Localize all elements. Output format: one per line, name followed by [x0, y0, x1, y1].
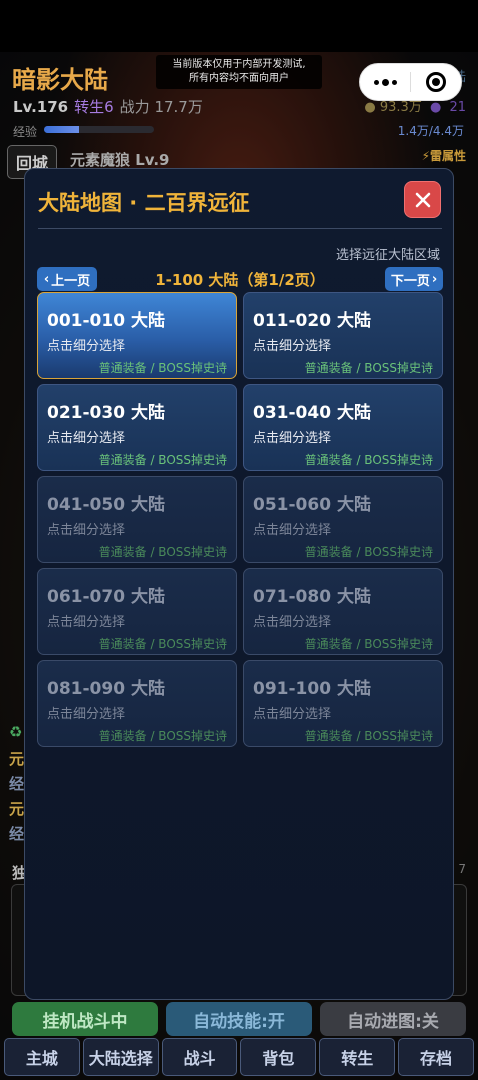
close-miniprogram-button[interactable] [411, 64, 461, 100]
card-title: 071-080 大陆 [253, 587, 371, 607]
card-subtitle: 点击细分选择 [253, 615, 332, 630]
card-subtitle: 点击细分选择 [253, 431, 332, 446]
nav-main-city[interactable]: 主城 [4, 1038, 80, 1076]
card-title: 051-060 大陆 [253, 495, 371, 515]
card-drop-note: 普通装备 / BOSS掉史诗 [304, 453, 433, 467]
exp-value: 1.4万/4.4万 [397, 124, 464, 138]
continent-card[interactable]: 031-040 大陆 点击细分选择 普通装备 / BOSS掉史诗 [243, 384, 443, 471]
card-drop-note: 普通装备 / BOSS掉史诗 [304, 729, 433, 743]
bg-stat-2: 经 [9, 775, 25, 793]
battle-log-count: 7 [458, 862, 466, 876]
recycle-icon: ♻ [9, 723, 23, 741]
nav-backpack[interactable]: 背包 [240, 1038, 317, 1076]
card-subtitle: 点击细分选择 [47, 431, 126, 446]
gem-icon: ● [429, 100, 442, 115]
card-subtitle: 点击细分选择 [253, 339, 332, 354]
gold-icon: ● [364, 100, 376, 115]
modal-subtitle: 选择远征大陆区域 [335, 248, 440, 263]
card-title: 001-010 大陆 [47, 311, 165, 331]
mini-program-capsule [359, 63, 462, 101]
exp-progress-bar [44, 126, 154, 133]
combat-power: 战力 17.7万 [119, 98, 203, 116]
card-drop-note: 普通装备 / BOSS掉史诗 [98, 545, 227, 559]
player-level: Lv.176 [13, 98, 69, 116]
card-subtitle: 点击细分选择 [47, 615, 126, 630]
card-title: 041-050 大陆 [47, 495, 165, 515]
card-title: 021-030 大陆 [47, 403, 165, 423]
idle-battle-button[interactable]: 挂机战斗中 [12, 1002, 158, 1036]
card-drop-note: 普通装备 / BOSS掉史诗 [304, 361, 433, 375]
chevron-right-icon: › [431, 271, 438, 287]
next-page-label: 下一页 [390, 273, 430, 289]
card-title: 091-100 大陆 [253, 679, 371, 699]
close-modal-button[interactable] [404, 181, 441, 218]
bottom-nav: 主城 大陆选择 战斗 背包 转生 存档 [0, 1036, 478, 1080]
rebirth-count: 转生6 [74, 98, 114, 116]
close-icon [415, 192, 430, 207]
action-row: 挂机战斗中 自动技能:开 自动进图:关 [12, 1002, 466, 1036]
continent-card[interactable]: 051-060 大陆 点击细分选择 普通装备 / BOSS掉史诗 [243, 476, 443, 563]
modal-title: 大陆地图 · 二百界远征 [38, 191, 250, 215]
nav-save[interactable]: 存档 [398, 1038, 474, 1076]
card-drop-note: 普通装备 / BOSS掉史诗 [98, 729, 227, 743]
target-icon [426, 72, 446, 92]
dev-notice-line1: 当前版本仅用于内部开发测试, [172, 59, 306, 70]
nav-battle[interactable]: 战斗 [161, 1038, 238, 1076]
page-indicator: 1-100 大陆（第1/2页） [155, 271, 325, 289]
continent-card[interactable]: 071-080 大陆 点击细分选择 普通装备 / BOSS掉史诗 [243, 568, 443, 655]
gold-amount: 93.3万 [379, 100, 422, 115]
next-page-button[interactable]: 下一页 › [385, 267, 443, 291]
card-subtitle: 点击细分选择 [47, 707, 126, 722]
app-title: 暗影大陆 [12, 66, 108, 94]
pager: ‹ 上一页 1-100 大陆（第1/2页） 下一页 › [37, 267, 443, 291]
status-bar [0, 0, 478, 52]
bg-stat-4: 经 [9, 825, 25, 843]
more-menu-button[interactable] [360, 64, 410, 100]
card-drop-note: 普通装备 / BOSS掉史诗 [98, 453, 227, 467]
continent-card[interactable]: 041-050 大陆 点击细分选择 普通装备 / BOSS掉史诗 [37, 476, 237, 563]
continent-card[interactable]: 011-020 大陆 点击细分选择 普通装备 / BOSS掉史诗 [243, 292, 443, 379]
continent-card[interactable]: 061-070 大陆 点击细分选择 普通装备 / BOSS掉史诗 [37, 568, 237, 655]
level-line: Lv.176 转生6 战力 17.7万 [13, 96, 203, 117]
card-title: 011-020 大陆 [253, 311, 371, 331]
exp-progress-fill [44, 126, 80, 133]
nav-rebirth[interactable]: 转生 [319, 1038, 396, 1076]
continent-card[interactable]: 001-010 大陆 点击细分选择 普通装备 / BOSS掉史诗 [37, 292, 237, 379]
nav-continent-select[interactable]: 大陆选择 [82, 1038, 159, 1076]
gem-amount: 21 [449, 100, 466, 115]
auto-skill-toggle[interactable]: 自动技能:开 [166, 1002, 312, 1036]
continent-card[interactable]: 021-030 大陆 点击细分选择 普通装备 / BOSS掉史诗 [37, 384, 237, 471]
card-subtitle: 点击细分选择 [47, 523, 126, 538]
card-subtitle: 点击细分选择 [253, 707, 332, 722]
bg-stat-3: 元 [9, 800, 25, 818]
card-subtitle: 点击细分选择 [253, 523, 332, 538]
card-drop-note: 普通装备 / BOSS掉史诗 [304, 637, 433, 651]
card-title: 081-090 大陆 [47, 679, 165, 699]
modal-divider [38, 228, 442, 229]
card-title: 031-040 大陆 [253, 403, 371, 423]
auto-map-toggle[interactable]: 自动进图:关 [320, 1002, 466, 1036]
card-drop-note: 普通装备 / BOSS掉史诗 [304, 545, 433, 559]
dev-notice: 当前版本仅用于内部开发测试, 所有内容均不面向用户 [156, 55, 322, 89]
card-drop-note: 普通装备 / BOSS掉史诗 [98, 637, 227, 651]
dev-notice-line2: 所有内容均不面向用户 [189, 73, 289, 84]
monster-name: 元素魔狼 Lv.9 [70, 151, 170, 169]
card-subtitle: 点击细分选择 [47, 339, 126, 354]
exp-label: 经验 [13, 125, 38, 139]
more-dots-icon [373, 78, 397, 86]
continent-card[interactable]: 081-090 大陆 点击细分选择 普通装备 / BOSS掉史诗 [37, 660, 237, 747]
bg-stat-1: 元 [9, 750, 25, 768]
continent-map-modal: 大陆地图 · 二百界远征 选择远征大陆区域 ‹ 上一页 1-100 大陆（第1/… [24, 168, 454, 1000]
card-drop-note: 普通装备 / BOSS掉史诗 [98, 361, 227, 375]
card-title: 061-070 大陆 [47, 587, 165, 607]
continent-card[interactable]: 091-100 大陆 点击细分选择 普通装备 / BOSS掉史诗 [243, 660, 443, 747]
element-tag: ⚡雷属性 [421, 149, 466, 163]
